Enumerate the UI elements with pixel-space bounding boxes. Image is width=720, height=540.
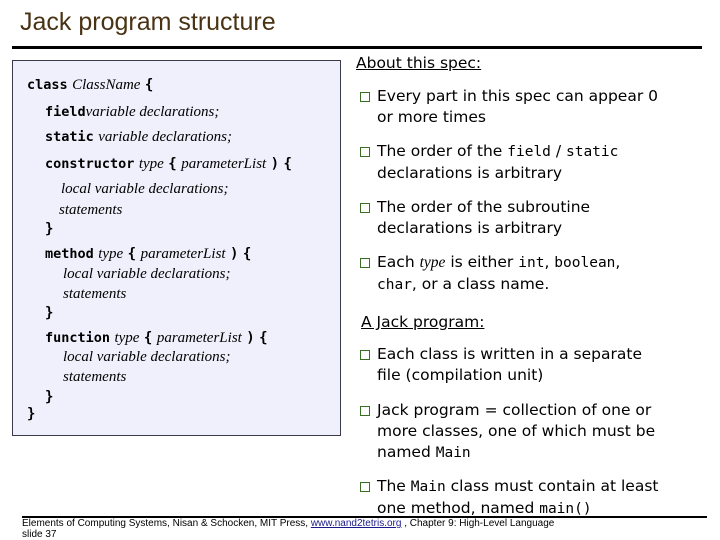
title-divider	[12, 46, 702, 49]
text: ,	[615, 253, 621, 271]
bullet-line: Each class is written in a separate	[377, 345, 642, 363]
checkbox-bullet-icon	[360, 482, 370, 492]
open-brace: {	[144, 77, 154, 93]
bullet-line: Each type is either int, boolean,	[377, 252, 707, 274]
footer-citation: Elements of Computing Systems, Nisan & S…	[22, 518, 554, 529]
type-italic: type	[419, 254, 446, 271]
bullet-line: char, or a class name.	[377, 274, 707, 296]
code-char: char	[377, 277, 412, 293]
open-brace: {	[127, 246, 137, 262]
code-field: field	[507, 144, 551, 160]
function-declaration-line: function type { parameterList ) {	[45, 330, 268, 346]
constructor-close-brace: }	[45, 221, 54, 237]
method-statements: statements	[63, 286, 127, 302]
checkbox-bullet-icon	[360, 203, 370, 213]
text: is either	[445, 253, 519, 271]
function-locals: local variable declarations;	[63, 349, 231, 365]
bullet-line: named Main	[377, 442, 707, 464]
text: /	[550, 142, 566, 160]
bullet-line: Jack program = collection of one or	[377, 401, 652, 419]
parameter-list-placeholder: parameterList	[140, 246, 226, 262]
code-main-method: main()	[539, 501, 592, 517]
bullet-line: The order of the subroutine	[377, 198, 591, 216]
type-placeholder: type	[138, 156, 164, 172]
function-close-brace: }	[45, 389, 54, 405]
code-static: static	[565, 144, 619, 160]
code-main-class: Main	[435, 445, 471, 461]
checkbox-bullet-icon	[360, 350, 370, 360]
jack-program-heading: A Jack program:	[361, 313, 485, 331]
method-close-brace: }	[45, 305, 54, 321]
constructor-statements: statements	[59, 202, 123, 218]
bullet-line: Every part in this spec can appear 0	[377, 87, 658, 105]
parameter-list-placeholder: parameterList	[181, 156, 267, 172]
code-main-class: Main	[410, 479, 446, 495]
text: Each	[377, 253, 420, 271]
footer-text: , Chapter 9: High-Level Language	[401, 518, 555, 529]
text: The	[377, 477, 411, 495]
field-var-declarations: variable declarations;	[85, 104, 220, 120]
keyword-method: method	[45, 246, 94, 262]
bullet-line: declarations is arbitrary	[377, 164, 563, 182]
checkbox-bullet-icon	[360, 406, 370, 416]
open-brace: {	[143, 330, 153, 346]
open-brace: {	[168, 156, 177, 172]
keyword-class: class	[27, 77, 68, 93]
code-int: int	[518, 255, 545, 271]
type-placeholder: type	[114, 330, 140, 346]
bullet-line: declarations is arbitrary	[377, 219, 563, 237]
close-paren: )	[246, 330, 255, 346]
constructor-declaration-line: constructor type { parameterList ) {	[45, 156, 292, 172]
text: class must contain at least	[445, 477, 659, 495]
checkbox-bullet-icon	[360, 147, 370, 157]
bullet-line: The order of the field / static	[377, 141, 707, 163]
text: , or a class name.	[411, 275, 550, 293]
code-structure-box: class ClassName { fieldvariable declarat…	[12, 60, 341, 436]
open-brace: {	[259, 330, 268, 346]
bullet-line: or more times	[377, 108, 486, 126]
keyword-constructor: constructor	[45, 156, 135, 172]
class-declaration-line: class ClassName {	[27, 77, 153, 93]
text: The order of the	[377, 142, 508, 160]
footer-link[interactable]: www.nand2tetris.org	[311, 518, 402, 529]
text: one method, named	[377, 499, 540, 517]
constructor-locals: local variable declarations;	[61, 181, 229, 197]
field-declaration-line: fieldvariable declarations;	[45, 104, 219, 120]
class-close-brace: }	[27, 406, 36, 422]
slide-title: Jack program structure	[20, 8, 276, 36]
checkbox-bullet-icon	[360, 258, 370, 268]
close-paren: )	[230, 246, 239, 262]
bullet-line: file (compilation unit)	[377, 366, 544, 384]
bullet-line: The Main class must contain at least	[377, 476, 707, 498]
slide-number: slide 37	[22, 529, 57, 540]
open-brace: {	[283, 156, 292, 172]
method-locals: local variable declarations;	[63, 266, 231, 282]
static-declaration-line: static variable declarations;	[45, 129, 232, 145]
function-statements: statements	[63, 369, 127, 385]
keyword-static: static	[45, 129, 94, 145]
method-declaration-line: method type { parameterList ) {	[45, 246, 251, 262]
footer-text: Elements of Computing Systems, Nisan & S…	[22, 518, 311, 529]
keyword-function: function	[45, 330, 111, 346]
parameter-list-placeholder: parameterList	[156, 330, 242, 346]
close-paren: )	[270, 156, 280, 172]
text: named	[377, 443, 436, 461]
open-brace: {	[242, 246, 252, 262]
text: ,	[544, 253, 555, 271]
class-name-placeholder: ClassName	[72, 77, 141, 93]
code-boolean: boolean	[554, 255, 616, 271]
footer: Elements of Computing Systems, Nisan & S…	[22, 518, 554, 540]
checkbox-bullet-icon	[360, 92, 370, 102]
about-spec-heading: About this spec:	[356, 54, 482, 72]
keyword-field: field	[45, 104, 86, 120]
static-var-declarations: variable declarations;	[98, 129, 232, 145]
type-placeholder: type	[98, 246, 124, 262]
bullet-line: more classes, one of which must be	[377, 422, 656, 440]
